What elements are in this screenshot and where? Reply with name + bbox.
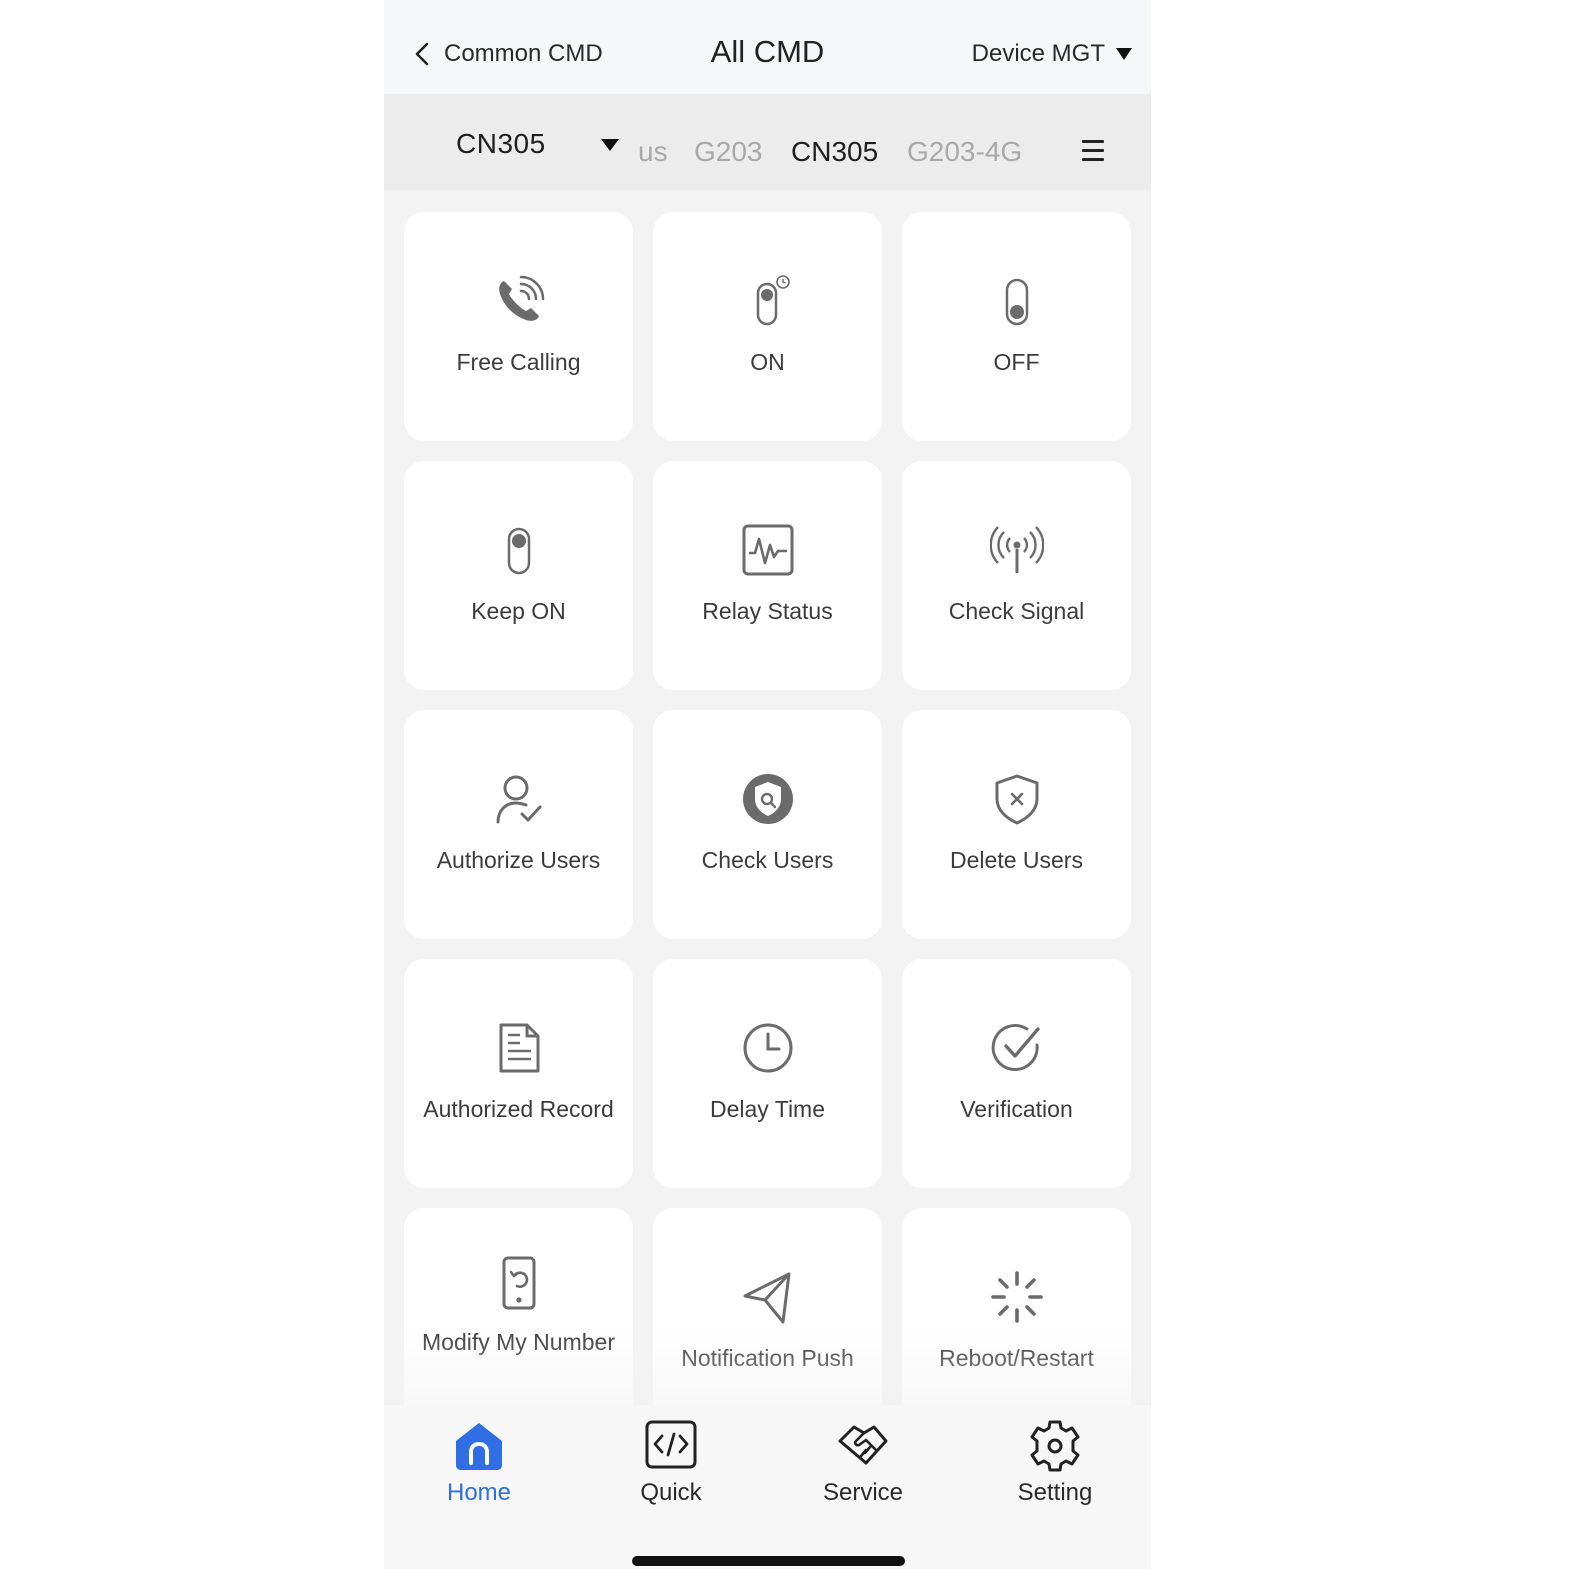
device-tab-g203-4g[interactable]: G203-4G xyxy=(907,134,1022,170)
cmd-keep-on[interactable]: Keep ON xyxy=(404,461,633,690)
cmd-label: Check Signal xyxy=(948,598,1085,624)
device-tab-us[interactable]: us xyxy=(638,134,668,170)
cmd-reboot-restart[interactable]: Reboot/Restart xyxy=(902,1208,1131,1437)
cmd-label: OFF xyxy=(993,349,1040,375)
cmd-label: Relay Status xyxy=(702,598,833,624)
send-icon xyxy=(743,1272,791,1324)
cmd-label: Keep ON xyxy=(471,598,566,624)
cmd-relay-status[interactable]: Relay Status xyxy=(653,461,882,690)
device-mgt-label: Device MGT xyxy=(971,40,1105,67)
switch-off-icon xyxy=(1005,278,1029,326)
device-selector-bar: CN305 us G203 CN305 G203-4G xyxy=(384,94,1151,190)
cmd-label: Notification Push xyxy=(681,1345,854,1371)
cmd-label: Verification xyxy=(960,1096,1073,1122)
cmd-free-calling[interactable]: Free Calling xyxy=(404,212,633,441)
cmd-label: Authorized Record xyxy=(423,1096,614,1122)
gear-icon xyxy=(1030,1420,1080,1472)
document-icon xyxy=(499,1023,540,1073)
cmd-label: Authorize Users xyxy=(436,847,601,873)
app-screen: Common CMD All CMD Device MGT CN305 us G… xyxy=(384,0,1151,1569)
shield-x-icon xyxy=(995,774,1039,825)
selected-device: CN305 xyxy=(456,128,546,159)
cmd-label: ON xyxy=(750,349,785,375)
cmd-label: Delay Time xyxy=(709,1096,826,1122)
cmd-modify-my-number[interactable]: Modify My Number xyxy=(404,1208,633,1437)
cmd-notification-push[interactable]: Notification Push xyxy=(653,1208,882,1437)
tab-label: Home xyxy=(446,1479,512,1506)
cmd-authorize-users[interactable]: Authorize Users xyxy=(404,710,633,939)
shield-search-icon xyxy=(743,774,793,824)
caret-down-icon xyxy=(1116,48,1132,60)
bottom-tab-bar: Home Quick Service Setting xyxy=(384,1405,1151,1569)
tab-label: Service xyxy=(822,1479,904,1506)
clock-icon xyxy=(743,1023,793,1073)
cmd-label: Delete Users xyxy=(950,847,1083,873)
code-icon xyxy=(645,1420,697,1469)
tab-home[interactable]: Home xyxy=(409,1419,549,1519)
cmd-verification[interactable]: Verification xyxy=(902,959,1131,1188)
phone-call-icon xyxy=(499,275,545,321)
hamburger-menu-icon[interactable] xyxy=(1082,140,1104,164)
switch-on-timer-icon xyxy=(756,275,790,326)
antenna-signal-icon xyxy=(990,526,1044,573)
device-tab-cn305[interactable]: CN305 xyxy=(791,134,878,170)
home-icon xyxy=(456,1423,502,1470)
phone-refresh-icon xyxy=(502,1256,536,1310)
caret-down-icon xyxy=(601,139,619,151)
cmd-off[interactable]: OFF xyxy=(902,212,1131,441)
cmd-on[interactable]: ON xyxy=(653,212,882,441)
cmd-check-users[interactable]: Check Users xyxy=(653,710,882,939)
spinner-icon xyxy=(991,1271,1043,1323)
device-mgt-dropdown[interactable]: Device MGT xyxy=(972,34,1133,74)
pulse-monitor-icon xyxy=(742,524,794,576)
cmd-label: Free Calling xyxy=(456,349,581,375)
check-circle-icon xyxy=(991,1024,1040,1071)
cmd-label: Reboot/Restart xyxy=(939,1345,1094,1371)
device-dropdown[interactable]: CN305 xyxy=(456,126,626,162)
user-check-icon xyxy=(496,775,542,824)
device-tab-g203[interactable]: G203 xyxy=(694,134,763,170)
cmd-authorized-record[interactable]: Authorized Record xyxy=(404,959,633,1188)
tab-service[interactable]: Service xyxy=(793,1419,933,1519)
top-nav-bar: Common CMD All CMD Device MGT xyxy=(384,0,1151,94)
tab-setting[interactable]: Setting xyxy=(985,1419,1125,1519)
home-indicator xyxy=(632,1556,905,1566)
cmd-label: Check Users xyxy=(701,847,834,873)
cmd-delay-time[interactable]: Delay Time xyxy=(653,959,882,1188)
handshake-icon xyxy=(838,1425,888,1465)
cmd-delete-users[interactable]: Delete Users xyxy=(902,710,1131,939)
cmd-label: Modify My Number xyxy=(422,1329,615,1355)
tab-quick[interactable]: Quick xyxy=(601,1419,741,1519)
tab-label: Setting xyxy=(1017,1479,1093,1506)
switch-on-icon xyxy=(507,527,531,575)
tab-label: Quick xyxy=(640,1479,702,1506)
cmd-check-signal[interactable]: Check Signal xyxy=(902,461,1131,690)
